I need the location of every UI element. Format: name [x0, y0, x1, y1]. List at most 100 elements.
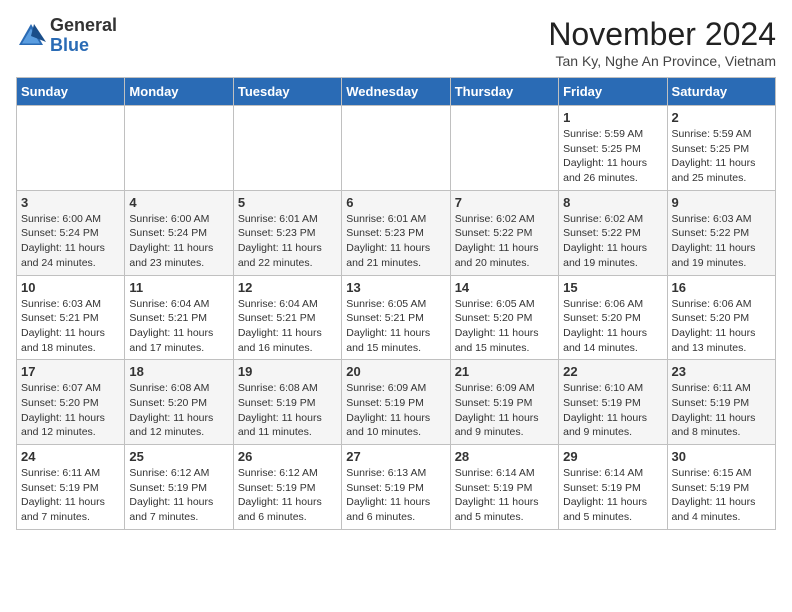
calendar-cell: 6 Sunrise: 6:01 AM Sunset: 5:23 PM Daylig…: [342, 190, 450, 275]
day-number: 7: [455, 195, 554, 210]
calendar-cell: 1 Sunrise: 5:59 AM Sunset: 5:25 PM Daylig…: [559, 106, 667, 191]
day-info: Sunrise: 6:02 AM Sunset: 5:22 PM Dayligh…: [563, 212, 662, 271]
calendar-week-row: 24 Sunrise: 6:11 AM Sunset: 5:19 PM Dayli…: [17, 445, 776, 530]
day-info: Sunrise: 6:11 AM Sunset: 5:19 PM Dayligh…: [672, 381, 771, 440]
day-info: Sunrise: 6:11 AM Sunset: 5:19 PM Dayligh…: [21, 466, 120, 525]
day-info: Sunrise: 5:59 AM Sunset: 5:25 PM Dayligh…: [563, 127, 662, 186]
calendar-cell: [342, 106, 450, 191]
day-info: Sunrise: 6:01 AM Sunset: 5:23 PM Dayligh…: [346, 212, 445, 271]
day-info: Sunrise: 6:12 AM Sunset: 5:19 PM Dayligh…: [238, 466, 337, 525]
day-number: 5: [238, 195, 337, 210]
day-info: Sunrise: 6:12 AM Sunset: 5:19 PM Dayligh…: [129, 466, 228, 525]
calendar-cell: 22 Sunrise: 6:10 AM Sunset: 5:19 PM Dayli…: [559, 360, 667, 445]
day-info: Sunrise: 5:59 AM Sunset: 5:25 PM Dayligh…: [672, 127, 771, 186]
day-number: 25: [129, 449, 228, 464]
day-info: Sunrise: 6:05 AM Sunset: 5:21 PM Dayligh…: [346, 297, 445, 356]
day-info: Sunrise: 6:06 AM Sunset: 5:20 PM Dayligh…: [563, 297, 662, 356]
calendar-cell: 17 Sunrise: 6:07 AM Sunset: 5:20 PM Dayli…: [17, 360, 125, 445]
logo-blue: Blue: [50, 35, 89, 55]
day-info: Sunrise: 6:07 AM Sunset: 5:20 PM Dayligh…: [21, 381, 120, 440]
day-number: 10: [21, 280, 120, 295]
logo: General Blue: [16, 16, 117, 56]
calendar-cell: 30Sunrise: 6:15 AM Sunset: 5:19 PM Dayli…: [667, 445, 775, 530]
day-number: 20: [346, 364, 445, 379]
day-number: 26: [238, 449, 337, 464]
calendar-week-row: 1 Sunrise: 5:59 AM Sunset: 5:25 PM Daylig…: [17, 106, 776, 191]
calendar-cell: 3Sunrise: 6:00 AM Sunset: 5:24 PM Daylig…: [17, 190, 125, 275]
column-header-saturday: Saturday: [667, 78, 775, 106]
day-info: Sunrise: 6:09 AM Sunset: 5:19 PM Dayligh…: [455, 381, 554, 440]
calendar-cell: [233, 106, 341, 191]
day-number: 30: [672, 449, 771, 464]
calendar-cell: 13Sunrise: 6:05 AM Sunset: 5:21 PM Dayli…: [342, 275, 450, 360]
calendar-cell: 19 Sunrise: 6:08 AM Sunset: 5:19 PM Dayli…: [233, 360, 341, 445]
day-info: Sunrise: 6:04 AM Sunset: 5:21 PM Dayligh…: [129, 297, 228, 356]
calendar-cell: 8 Sunrise: 6:02 AM Sunset: 5:22 PM Daylig…: [559, 190, 667, 275]
day-number: 14: [455, 280, 554, 295]
column-header-friday: Friday: [559, 78, 667, 106]
calendar-cell: 20 Sunrise: 6:09 AM Sunset: 5:19 PM Dayli…: [342, 360, 450, 445]
calendar-cell: 2 Sunrise: 5:59 AM Sunset: 5:25 PM Daylig…: [667, 106, 775, 191]
day-number: 29: [563, 449, 662, 464]
calendar-cell: 12 Sunrise: 6:04 AM Sunset: 5:21 PM Dayli…: [233, 275, 341, 360]
column-header-monday: Monday: [125, 78, 233, 106]
day-info: Sunrise: 6:02 AM Sunset: 5:22 PM Dayligh…: [455, 212, 554, 271]
logo-general: General: [50, 15, 117, 35]
calendar-cell: [125, 106, 233, 191]
day-number: 19: [238, 364, 337, 379]
day-number: 11: [129, 280, 228, 295]
day-number: 8: [563, 195, 662, 210]
calendar-cell: 28 Sunrise: 6:14 AM Sunset: 5:19 PM Dayli…: [450, 445, 558, 530]
calendar-week-row: 10 Sunrise: 6:03 AM Sunset: 5:21 PM Dayli…: [17, 275, 776, 360]
column-header-thursday: Thursday: [450, 78, 558, 106]
title-block: November 2024 Tan Ky, Nghe An Province, …: [548, 16, 776, 69]
column-header-sunday: Sunday: [17, 78, 125, 106]
column-header-wednesday: Wednesday: [342, 78, 450, 106]
day-number: 21: [455, 364, 554, 379]
day-number: 6: [346, 195, 445, 210]
day-info: Sunrise: 6:01 AM Sunset: 5:23 PM Dayligh…: [238, 212, 337, 271]
calendar-week-row: 3Sunrise: 6:00 AM Sunset: 5:24 PM Daylig…: [17, 190, 776, 275]
calendar-cell: 10 Sunrise: 6:03 AM Sunset: 5:21 PM Dayli…: [17, 275, 125, 360]
day-number: 18: [129, 364, 228, 379]
calendar-cell: 21 Sunrise: 6:09 AM Sunset: 5:19 PM Dayli…: [450, 360, 558, 445]
column-header-tuesday: Tuesday: [233, 78, 341, 106]
day-info: Sunrise: 6:10 AM Sunset: 5:19 PM Dayligh…: [563, 381, 662, 440]
day-number: 3: [21, 195, 120, 210]
day-number: 9: [672, 195, 771, 210]
calendar-cell: 27Sunrise: 6:13 AM Sunset: 5:19 PM Dayli…: [342, 445, 450, 530]
day-number: 2: [672, 110, 771, 125]
day-info: Sunrise: 6:08 AM Sunset: 5:19 PM Dayligh…: [238, 381, 337, 440]
day-info: Sunrise: 6:03 AM Sunset: 5:21 PM Dayligh…: [21, 297, 120, 356]
day-number: 1: [563, 110, 662, 125]
calendar-header-row: SundayMondayTuesdayWednesdayThursdayFrid…: [17, 78, 776, 106]
page-header: General Blue November 2024 Tan Ky, Nghe …: [16, 16, 776, 69]
month-title: November 2024: [548, 16, 776, 53]
logo-text: General Blue: [50, 16, 117, 56]
calendar-cell: 15Sunrise: 6:06 AM Sunset: 5:20 PM Dayli…: [559, 275, 667, 360]
location-subtitle: Tan Ky, Nghe An Province, Vietnam: [548, 53, 776, 69]
calendar-table: SundayMondayTuesdayWednesdayThursdayFrid…: [16, 77, 776, 530]
day-info: Sunrise: 6:04 AM Sunset: 5:21 PM Dayligh…: [238, 297, 337, 356]
day-number: 12: [238, 280, 337, 295]
calendar-cell: 11 Sunrise: 6:04 AM Sunset: 5:21 PM Dayli…: [125, 275, 233, 360]
logo-icon: [16, 21, 46, 51]
day-info: Sunrise: 6:14 AM Sunset: 5:19 PM Dayligh…: [455, 466, 554, 525]
day-number: 17: [21, 364, 120, 379]
day-number: 23: [672, 364, 771, 379]
calendar-cell: 25 Sunrise: 6:12 AM Sunset: 5:19 PM Dayli…: [125, 445, 233, 530]
calendar-cell: 4Sunrise: 6:00 AM Sunset: 5:24 PM Daylig…: [125, 190, 233, 275]
day-info: Sunrise: 6:05 AM Sunset: 5:20 PM Dayligh…: [455, 297, 554, 356]
calendar-cell: 23 Sunrise: 6:11 AM Sunset: 5:19 PM Dayli…: [667, 360, 775, 445]
calendar-cell: 7 Sunrise: 6:02 AM Sunset: 5:22 PM Daylig…: [450, 190, 558, 275]
calendar-cell: 14 Sunrise: 6:05 AM Sunset: 5:20 PM Dayli…: [450, 275, 558, 360]
day-number: 24: [21, 449, 120, 464]
day-info: Sunrise: 6:06 AM Sunset: 5:20 PM Dayligh…: [672, 297, 771, 356]
day-number: 28: [455, 449, 554, 464]
calendar-cell: 16Sunrise: 6:06 AM Sunset: 5:20 PM Dayli…: [667, 275, 775, 360]
day-info: Sunrise: 6:14 AM Sunset: 5:19 PM Dayligh…: [563, 466, 662, 525]
day-number: 22: [563, 364, 662, 379]
day-info: Sunrise: 6:09 AM Sunset: 5:19 PM Dayligh…: [346, 381, 445, 440]
day-number: 4: [129, 195, 228, 210]
calendar-cell: [17, 106, 125, 191]
